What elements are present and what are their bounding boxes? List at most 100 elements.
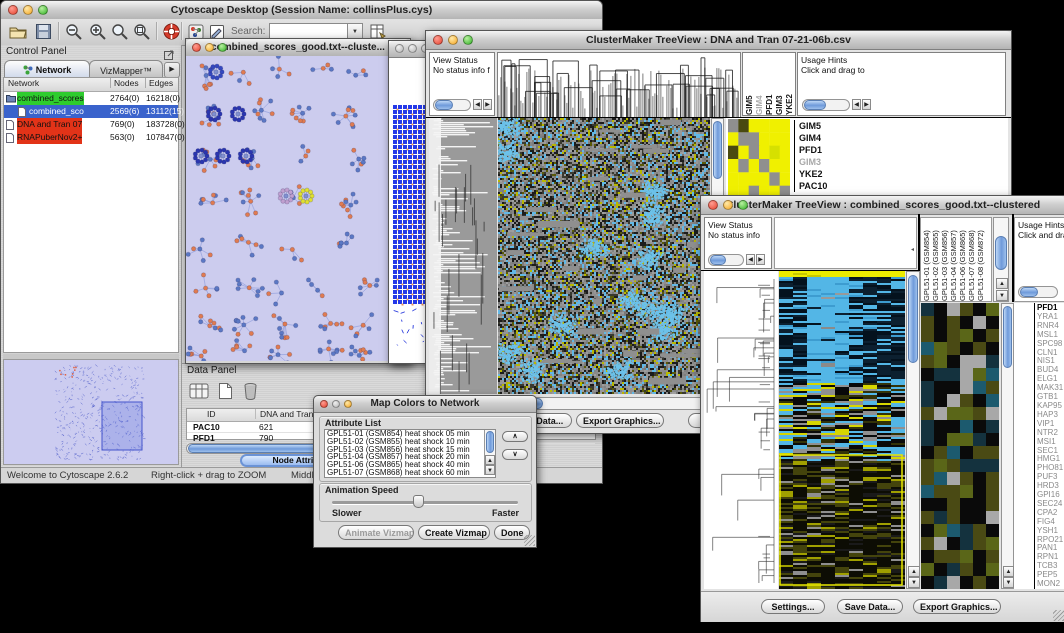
scroll-down-arrow[interactable]: ▼: [908, 577, 920, 588]
minimize-button[interactable]: [723, 200, 733, 210]
column-label[interactable]: GPL51-08 (GSM872): [976, 218, 985, 301]
gene-label[interactable]: PAC10: [799, 180, 859, 192]
move-down-button[interactable]: ∨: [502, 449, 528, 460]
save-session-button[interactable]: [32, 21, 54, 42]
settings-button[interactable]: Settings...: [761, 599, 825, 614]
scroll-down-arrow[interactable]: ▼: [996, 290, 1008, 301]
network-tree-row[interactable]: RNAPuberNov2+563(0)107847(0): [4, 131, 178, 144]
column-label[interactable]: GPL51-03 (GSM856): [940, 218, 949, 301]
array-dendrogram-panel[interactable]: ◂: [774, 217, 917, 269]
global-heatmap[interactable]: [779, 271, 905, 589]
network-tree-row[interactable]: DNA and Tran 07769(0)183728(0): [4, 118, 178, 131]
gene-label[interactable]: GIM4: [799, 132, 859, 144]
close-button[interactable]: [192, 43, 201, 52]
close-button[interactable]: [708, 200, 718, 210]
zoom-in-icon[interactable]: [87, 21, 109, 42]
save-data-button[interactable]: Save Data...: [837, 599, 903, 614]
column-label[interactable]: PFD1: [765, 53, 774, 115]
col-edges[interactable]: Edges: [145, 78, 173, 88]
col-nodes[interactable]: Nodes: [110, 78, 139, 88]
gene-label[interactable]: PFD1: [799, 144, 859, 156]
gene-label[interactable]: YKE2: [799, 168, 859, 180]
scroll-down-arrow[interactable]: ▼: [1003, 577, 1014, 588]
treeview2-titlebar[interactable]: ClusterMaker TreeView : combined_scores_…: [701, 196, 1064, 215]
listbox-scrollbar[interactable]: ▲ ▼: [484, 430, 495, 475]
close-button[interactable]: [433, 35, 443, 45]
zoom-heatmap[interactable]: [921, 303, 999, 589]
zoom-fit-icon[interactable]: [131, 21, 153, 42]
resize-grip[interactable]: [1053, 610, 1064, 621]
view-status-scrollbar[interactable]: [433, 99, 471, 111]
column-label[interactable]: GPL51-04 (GSM857): [949, 218, 958, 301]
scroll-down-arrow[interactable]: ▼: [485, 465, 495, 475]
close-button[interactable]: [395, 44, 404, 53]
col-network[interactable]: Network: [8, 78, 39, 88]
scroll-left-arrow[interactable]: ◀: [852, 99, 861, 110]
zoom-vscrollbar[interactable]: ▲ ▼: [1001, 303, 1014, 589]
minimize-button[interactable]: [332, 400, 340, 408]
tab-network[interactable]: Network: [4, 60, 90, 78]
gene-label[interactable]: GIM3: [799, 156, 859, 168]
zoom-out-icon[interactable]: [63, 21, 85, 42]
scroll-right-arrow[interactable]: ▶: [483, 99, 492, 110]
column-label[interactable]: GPL51-07 (GSM868): [967, 218, 976, 301]
column-label[interactable]: GIM4: [755, 53, 764, 115]
array-dendrogram[interactable]: [497, 52, 741, 118]
zoom-button[interactable]: [344, 400, 352, 408]
minimize-button[interactable]: [448, 35, 458, 45]
gene-dendrogram[interactable]: [429, 118, 497, 394]
scroll-up-arrow[interactable]: ▲: [1003, 566, 1014, 577]
gene-label[interactable]: MON2: [1037, 580, 1063, 589]
create-vizmap-button[interactable]: Create Vizmap: [418, 525, 490, 540]
network-tree-row[interactable]: combined_scores2764(0)16218(0): [4, 92, 178, 105]
scroll-right-arrow[interactable]: ▶: [756, 254, 765, 265]
dialog-titlebar[interactable]: Map Colors to Network: [314, 396, 536, 413]
gene-dendrogram[interactable]: [704, 271, 778, 589]
close-button[interactable]: [320, 400, 328, 408]
zoom-button[interactable]: [738, 200, 748, 210]
move-up-button[interactable]: ∧: [502, 431, 528, 442]
tab-overflow-button[interactable]: ▶: [164, 62, 180, 78]
column-label[interactable]: GIM3: [775, 53, 784, 115]
scroll-left-arrow[interactable]: ◀: [746, 254, 755, 265]
usage-hints-scrollbar[interactable]: [802, 99, 850, 111]
network-window-titlebar[interactable]: combined_scores_good.txt--cluste...: [186, 39, 410, 57]
open-session-button[interactable]: [7, 21, 29, 42]
zoom-selected-icon[interactable]: [109, 21, 131, 42]
column-label[interactable]: GPL51-06 (GSM865): [958, 218, 967, 301]
new-attribute-icon[interactable]: [214, 380, 236, 401]
attribute-select-icon[interactable]: [188, 380, 210, 401]
column-labels-scrollbar[interactable]: ▲ ▼: [993, 217, 1009, 302]
export-graphics-button[interactable]: Export Graphics...: [913, 599, 1001, 614]
global-heatmap[interactable]: [498, 118, 710, 394]
zoom-button[interactable]: [218, 43, 227, 52]
zoom-button[interactable]: [463, 35, 473, 45]
network-overview-panel[interactable]: [3, 359, 179, 465]
resize-grip[interactable]: [524, 535, 535, 546]
column-label[interactable]: PAC10: [795, 53, 796, 115]
zoom-heatmap[interactable]: [728, 119, 790, 199]
scroll-up-arrow[interactable]: ▲: [485, 455, 495, 465]
export-graphics-button[interactable]: Export Graphics...: [576, 413, 664, 428]
scroll-up-arrow[interactable]: ▲: [908, 566, 920, 577]
view-status-scrollbar[interactable]: [708, 254, 744, 266]
collapse-arrow-icon[interactable]: ◂: [911, 246, 914, 253]
scroll-right-arrow[interactable]: ▶: [862, 99, 871, 110]
minimize-button[interactable]: [408, 44, 417, 53]
usage-hints-scrollbar[interactable]: [1018, 286, 1058, 298]
column-label[interactable]: YKE2: [785, 53, 794, 115]
heatmap-vscrollbar[interactable]: ▲ ▼: [906, 271, 920, 589]
attribute-list-item[interactable]: GPL51-07 (GSM868) heat shock 60 min: [327, 469, 495, 477]
scroll-left-arrow[interactable]: ◀: [473, 99, 482, 110]
main-window-titlebar[interactable]: Cytoscape Desktop (Session Name: collins…: [1, 1, 602, 20]
help-lifering-icon[interactable]: [160, 21, 182, 42]
minimize-button[interactable]: [23, 5, 33, 15]
attribute-listbox[interactable]: GPL51-01 (GSM854) heat shock 05 minGPL51…: [324, 429, 496, 478]
treeview1-titlebar[interactable]: ClusterMaker TreeView : DNA and Tran 07-…: [426, 31, 1011, 50]
gene-label[interactable]: GIM5: [799, 120, 859, 132]
zoom-button[interactable]: [38, 5, 48, 15]
speed-slider-thumb[interactable]: [413, 495, 424, 508]
column-label[interactable]: GPL51-02 (GSM855): [931, 218, 940, 301]
tab-vizmapper[interactable]: VizMapper™: [89, 60, 163, 78]
close-button[interactable]: [8, 5, 18, 15]
